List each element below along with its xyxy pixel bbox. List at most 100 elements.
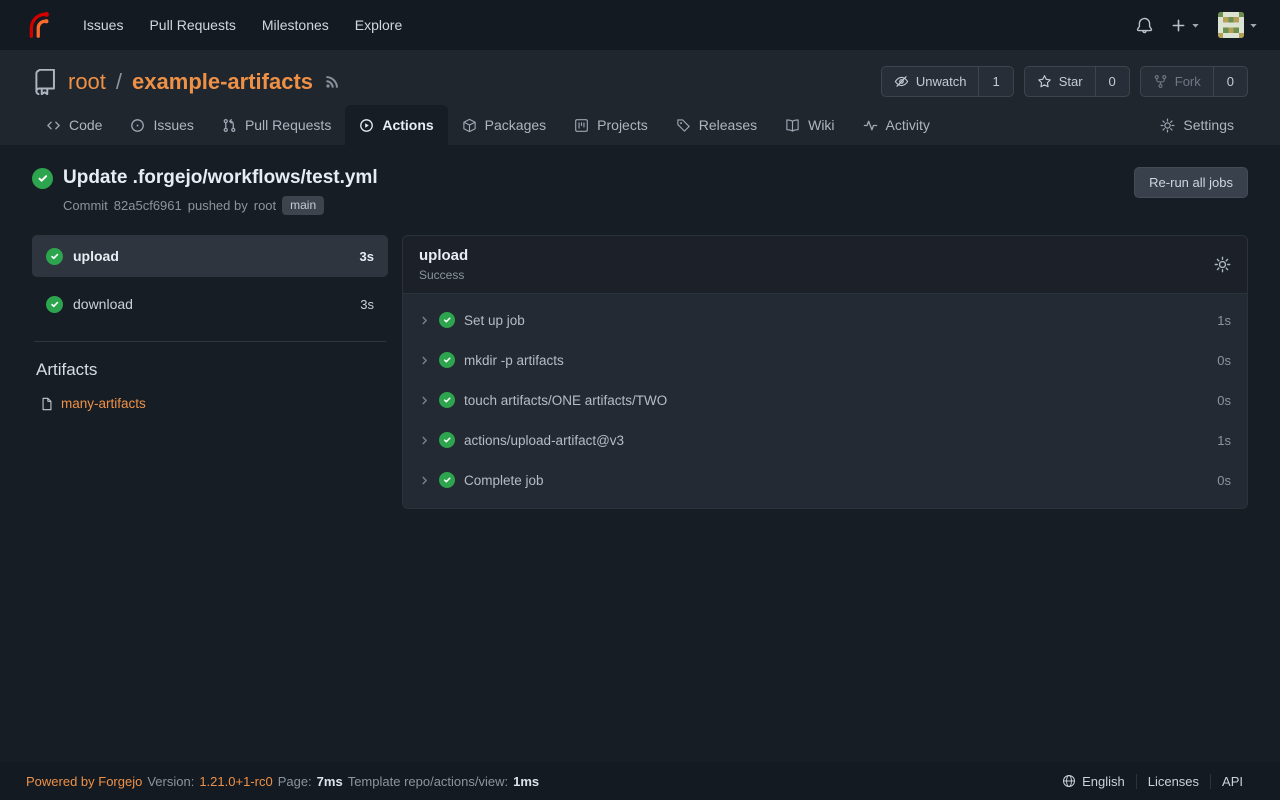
language-selector[interactable]: English: [1051, 774, 1136, 789]
pushed-by-label: pushed by: [188, 198, 248, 213]
powered-by-forgejo-link[interactable]: Powered by Forgejo: [26, 774, 142, 789]
rss-icon[interactable]: [325, 74, 340, 89]
pull-request-icon: [222, 118, 237, 133]
artifacts-heading: Artifacts: [36, 360, 388, 380]
tab-releases[interactable]: Releases: [662, 105, 771, 145]
tab-code[interactable]: Code: [32, 105, 116, 145]
step-row-setup-job[interactable]: Set up job 1s: [403, 300, 1247, 340]
version-link[interactable]: 1.21.0+1-rc0: [199, 774, 272, 789]
navbar-right: [1136, 12, 1258, 38]
unwatch-button[interactable]: Unwatch 1: [881, 66, 1014, 97]
step-duration: 0s: [1217, 353, 1231, 368]
nav-item-milestones[interactable]: Milestones: [249, 9, 342, 41]
tab-actions[interactable]: Actions: [345, 105, 447, 145]
run-body: upload 3s download 3s Artifacts man: [32, 235, 1248, 509]
fork-button[interactable]: Fork 0: [1140, 66, 1248, 97]
chevron-right-icon: [419, 395, 430, 406]
commit-author[interactable]: root: [254, 198, 276, 213]
tab-label: Code: [69, 117, 102, 133]
chevron-right-icon: [419, 315, 430, 326]
success-check-icon: [46, 248, 63, 265]
step-row-mkdir[interactable]: mkdir -p artifacts 0s: [403, 340, 1247, 380]
success-check-icon: [46, 296, 63, 313]
eye-slash-icon: [894, 74, 909, 89]
step-row-complete-job[interactable]: Complete job 0s: [403, 460, 1247, 500]
api-link[interactable]: API: [1210, 774, 1254, 789]
tab-activity[interactable]: Activity: [849, 105, 944, 145]
notifications-bell-icon[interactable]: [1136, 17, 1153, 34]
tab-settings[interactable]: Settings: [1146, 105, 1248, 145]
repo-tab-bar: Code Issues Pull Requests: [32, 105, 1248, 145]
actions-run-view: Update .forgejo/workflows/test.yml Commi…: [0, 145, 1280, 762]
step-row-touch[interactable]: touch artifacts/ONE artifacts/TWO 0s: [403, 380, 1247, 420]
success-check-icon: [439, 352, 455, 368]
chevron-right-icon: [419, 435, 430, 446]
chevron-down-icon: [1191, 21, 1200, 30]
repo-owner-link[interactable]: root: [68, 69, 106, 95]
run-title-block: Update .forgejo/workflows/test.yml Commi…: [32, 167, 378, 215]
forgejo-logo-icon[interactable]: [22, 10, 52, 40]
tab-wiki[interactable]: Wiki: [771, 105, 848, 145]
chevron-down-icon: [1249, 21, 1258, 30]
commit-sha[interactable]: 82a5cf6961: [114, 198, 182, 213]
unwatch-label: Unwatch: [916, 74, 967, 89]
tab-label: Pull Requests: [245, 117, 331, 133]
star-count[interactable]: 0: [1095, 67, 1129, 96]
run-header: Update .forgejo/workflows/test.yml Commi…: [32, 167, 1248, 215]
fork-count[interactable]: 0: [1213, 67, 1247, 96]
file-icon: [40, 397, 54, 411]
step-row-upload-artifact[interactable]: actions/upload-artifact@v3 1s: [403, 420, 1247, 460]
job-duration: 3s: [360, 249, 374, 264]
job-detail-header: upload Success: [403, 236, 1247, 294]
star-label: Star: [1059, 74, 1083, 89]
nav-item-pull-requests[interactable]: Pull Requests: [136, 9, 248, 41]
tab-issues[interactable]: Issues: [116, 105, 207, 145]
gear-icon: [1160, 118, 1175, 133]
repo-separator: /: [116, 69, 122, 95]
success-check-icon: [439, 432, 455, 448]
play-circle-icon: [359, 118, 374, 133]
tab-label: Settings: [1183, 117, 1234, 133]
commit-label: Commit: [63, 198, 108, 213]
branch-badge[interactable]: main: [282, 196, 324, 215]
tab-projects[interactable]: Projects: [560, 105, 662, 145]
repo-icon: [32, 69, 58, 95]
job-duration: 3s: [360, 297, 374, 312]
step-label: Complete job: [464, 473, 544, 488]
job-item-download[interactable]: download 3s: [32, 283, 388, 325]
job-detail-panel: upload Success Set up job 1s: [402, 235, 1248, 509]
tab-pull-requests[interactable]: Pull Requests: [208, 105, 345, 145]
code-icon: [46, 118, 61, 133]
licenses-link[interactable]: Licenses: [1136, 774, 1210, 789]
repo-header: root / example-artifacts: [0, 50, 1280, 145]
rerun-all-jobs-button[interactable]: Re-run all jobs: [1134, 167, 1248, 198]
user-menu-dropdown[interactable]: [1218, 12, 1258, 38]
tab-label: Packages: [485, 117, 546, 133]
tag-icon: [676, 118, 691, 133]
success-check-icon: [439, 472, 455, 488]
job-name: download: [73, 296, 133, 312]
tab-label: Releases: [699, 117, 757, 133]
repo-title-row: root / example-artifacts: [32, 66, 1248, 97]
step-duration: 0s: [1217, 473, 1231, 488]
tab-packages[interactable]: Packages: [448, 105, 560, 145]
artifact-link-many-artifacts[interactable]: many-artifacts: [40, 396, 388, 411]
watch-count[interactable]: 1: [978, 67, 1012, 96]
nav-item-explore[interactable]: Explore: [342, 9, 415, 41]
job-item-upload[interactable]: upload 3s: [32, 235, 388, 277]
version-label: Version:: [147, 774, 194, 789]
avatar: [1218, 12, 1244, 38]
create-new-dropdown[interactable]: [1171, 18, 1200, 33]
template-time-label: Template repo/actions/view:: [348, 774, 508, 789]
page-time-value: 7ms: [317, 774, 343, 789]
chevron-right-icon: [419, 355, 430, 366]
template-time-value: 1ms: [513, 774, 539, 789]
nav-item-issues[interactable]: Issues: [70, 9, 136, 41]
tab-label: Actions: [382, 117, 433, 133]
project-board-icon: [574, 118, 589, 133]
repo-name-link[interactable]: example-artifacts: [132, 69, 313, 95]
star-button[interactable]: Star 0: [1024, 66, 1130, 97]
step-duration: 0s: [1217, 393, 1231, 408]
job-name: upload: [73, 248, 119, 264]
job-options-gear-icon[interactable]: [1214, 256, 1231, 273]
